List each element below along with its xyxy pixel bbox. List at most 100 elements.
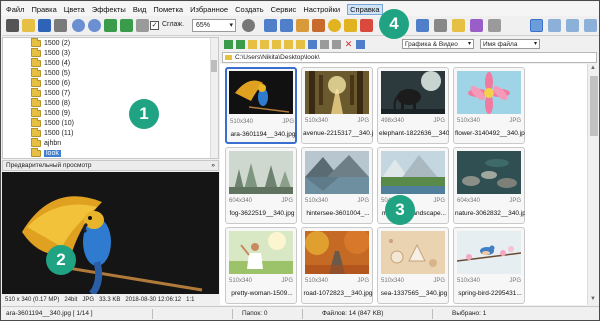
thumbnail-item[interactable]: 510x340 JPG pretty-woman-1509... (225, 227, 297, 304)
status-selected: Выбрано: 1 (452, 310, 487, 317)
print-icon[interactable] (54, 19, 67, 32)
thumbnail-filename: fog-3622519__340.jpg (229, 210, 295, 217)
thumbnail-image (229, 71, 293, 114)
folder-icon (31, 48, 41, 57)
thumbnail-item[interactable]: 510x340 JPG sea-1337565__340.jpg (377, 227, 449, 304)
view-details-icon[interactable] (548, 19, 561, 32)
thumbnail-item[interactable]: 510x340 JPG spring-bird-2295431... (453, 227, 525, 304)
grid-scroll-thumb[interactable] (590, 76, 598, 136)
menu-mark[interactable]: Пометка (153, 5, 183, 14)
spring-bird-icon (457, 231, 521, 274)
menu-help[interactable]: Справка (347, 3, 383, 15)
smooth-checkbox[interactable]: ✓ (150, 21, 159, 30)
tree-folder[interactable]: 1500 (3) (31, 48, 70, 58)
menu-tools[interactable]: Сервис (271, 5, 297, 14)
tree-folder[interactable]: 1500 (9) (31, 108, 70, 118)
thumbnail-image (305, 71, 369, 114)
resize-icon[interactable] (312, 19, 325, 32)
scroll-up-icon[interactable]: ▲ (590, 65, 596, 71)
batch-icon[interactable] (470, 19, 483, 32)
thumbnail-item[interactable]: 510x340 JPG flower-3140492__340.jpg (453, 67, 525, 144)
settings-gear-icon[interactable] (328, 19, 341, 32)
callout-2: 2 (46, 245, 76, 275)
menu-create[interactable]: Создать (235, 5, 264, 14)
filter-icon[interactable] (320, 40, 329, 49)
crop-icon[interactable] (296, 19, 309, 32)
select-all-icon[interactable] (356, 40, 365, 49)
folder-icon (31, 68, 41, 77)
tree-folder[interactable]: ajhbn (31, 138, 61, 148)
thumbnail-filename: avenue-2215317__340.jpg (303, 130, 373, 137)
file-type-filter[interactable]: Графика & Видео (402, 39, 474, 49)
view-thumbnails-icon[interactable] (530, 19, 543, 32)
effects-icon[interactable] (344, 19, 357, 32)
menu-colors[interactable]: Цвета (64, 5, 85, 14)
tree-folder[interactable]: 1500 (6) (31, 78, 70, 88)
hand-tool-icon[interactable] (242, 19, 255, 32)
open-folder-icon[interactable] (22, 19, 35, 32)
tree-folder[interactable]: 1500 (2) (31, 38, 70, 48)
tree-folder[interactable]: 1500 (11) (31, 128, 73, 138)
tree-folder[interactable]: 1500 (5) (31, 68, 70, 78)
favorites-folder-icon[interactable] (272, 40, 281, 49)
camera-icon[interactable] (6, 19, 19, 32)
tree-scroll-thumb[interactable] (211, 60, 217, 72)
refresh-icon[interactable] (308, 40, 317, 49)
menu-settings[interactable]: Настройки (303, 5, 340, 14)
thumbnail-item[interactable]: 510x340 JPG road-1072823__340.jpg (301, 227, 373, 304)
thumbnail-filename: road-1072823__340.jpg (303, 290, 373, 297)
collapse-chevron-icon[interactable]: » (211, 161, 215, 171)
printer-icon[interactable] (434, 19, 447, 32)
view-preview-icon[interactable] (584, 19, 597, 32)
camera-capture-icon[interactable] (488, 19, 501, 32)
slideshow-icon[interactable] (416, 19, 429, 32)
thumbnail-item[interactable]: 510x340 JPG avenue-2215317__340.jpg (301, 67, 373, 144)
menu-file[interactable]: Файл (6, 5, 24, 14)
menu-effects[interactable]: Эффекты (92, 5, 126, 14)
rotate-right-icon[interactable] (280, 19, 293, 32)
forward-icon[interactable] (120, 19, 133, 32)
tree-scrollbar[interactable] (210, 38, 218, 158)
menu-edit[interactable]: Правка (31, 5, 56, 14)
folder-icon (225, 55, 232, 60)
grid-scrollbar[interactable]: ▲ ▼ (587, 64, 599, 305)
thumbnail-filename: elephant-1822636__340.jpg (379, 130, 449, 137)
scroll-down-icon[interactable]: ▼ (590, 296, 596, 302)
view-list-icon[interactable] (566, 19, 579, 32)
save-icon[interactable] (38, 19, 51, 32)
menu-favorites[interactable]: Избранное (190, 5, 228, 14)
thumbnail-item[interactable]: 604x340 JPG fog-3622519__340.jpg (225, 147, 297, 224)
fullscreen-icon[interactable] (136, 19, 149, 32)
new-folder-icon[interactable] (260, 40, 269, 49)
thumbnail-item[interactable]: 498x340JPG elephant-1822636__340.jpg (377, 67, 449, 144)
thumbnail-item[interactable]: 510x340 JPG hintersee-3601004_... (301, 147, 373, 224)
sort-by-select[interactable]: Имя файла (480, 39, 540, 49)
tree-folder[interactable]: 1500 (10) (31, 118, 74, 128)
thumbnail-item[interactable]: 510x340 JPG ara-3601194__340.jpg (225, 67, 297, 144)
status-files: Файлов: 14 (847 KB) (322, 310, 384, 317)
back-icon[interactable] (104, 19, 117, 32)
forward-arrow-icon[interactable] (236, 40, 245, 49)
menu-view[interactable]: Вид (133, 5, 147, 14)
copy-folder-icon[interactable] (284, 40, 293, 49)
tree-folder[interactable]: 1500 (8) (31, 98, 70, 108)
tree-folder-selected[interactable]: look (31, 148, 61, 158)
back-arrow-icon[interactable] (224, 40, 233, 49)
stones-water-icon (457, 151, 521, 194)
thumbnail-filename: hintersee-3601004_... (306, 210, 370, 217)
move-folder-icon[interactable] (296, 40, 305, 49)
zoom-out-icon[interactable] (88, 19, 101, 32)
delete-icon[interactable] (360, 19, 373, 32)
thumbnail-image (305, 151, 369, 194)
folder-icon[interactable] (452, 19, 465, 32)
thumbnail-item[interactable]: 604x340 JPG nature-3062832__340.jpg (453, 147, 525, 224)
sort-icon[interactable] (332, 40, 341, 49)
rotate-left-icon[interactable] (264, 19, 277, 32)
delete-x-icon[interactable]: ✕ (344, 40, 353, 49)
tree-folder[interactable]: 1500 (4) (31, 58, 70, 68)
address-bar[interactable]: C:\Users\Nikita\Desktop\look\ (222, 52, 597, 63)
zoom-select[interactable]: 65% (192, 19, 236, 32)
zoom-in-icon[interactable] (72, 19, 85, 32)
parent-folder-icon[interactable] (248, 40, 257, 49)
tree-folder[interactable]: 1500 (7) (31, 88, 70, 98)
